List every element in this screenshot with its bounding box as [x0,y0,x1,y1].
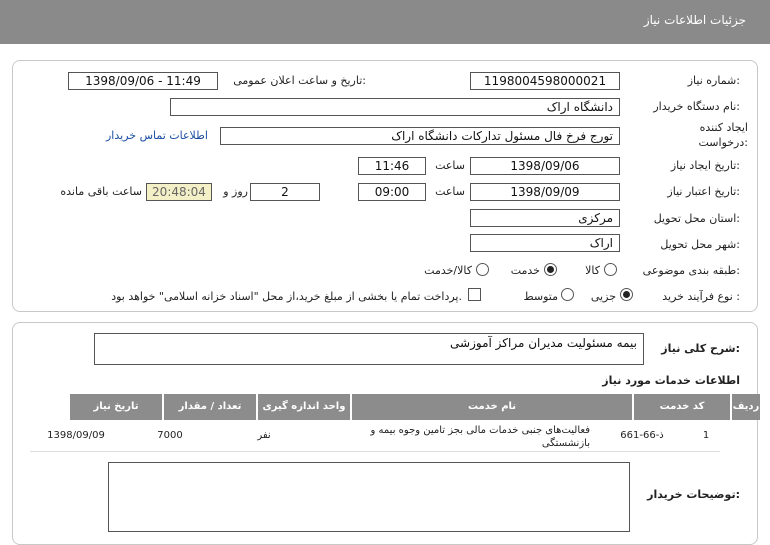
need-number-field: 1198004598000021 [470,72,620,90]
cell-row: 1 [702,430,710,441]
page-title: جزئیات اطلاعات نیاز [643,13,746,27]
announce-label: تاریخ و ساعت اعلان عمومی: [233,74,366,87]
create-time-label: ساعت [435,159,465,172]
process-radio-medium[interactable] [561,288,574,301]
creator-label: ایجاد کننده درخواست: [698,121,749,149]
category-option-goods-service: کالا/خدمت [424,264,472,277]
remaining-time-field: 20:48:04 [146,183,212,201]
category-radio-service[interactable] [544,263,557,276]
need-number-label: شماره نیاز: [687,74,740,87]
category-radio-goods-service[interactable] [476,263,489,276]
remaining-label: ساعت باقی مانده [60,185,142,198]
category-radio-goods[interactable] [604,263,617,276]
cell-date: 1398/09/09 [47,430,105,441]
col-header-unit: واحد اندازه گیری [258,394,350,420]
days-label: روز و [223,185,248,198]
create-date-label: تاریخ ایجاد نیاز: [670,159,740,172]
category-option-goods: کالا [585,264,600,277]
cell-code: ذ-66-661 [620,430,664,441]
validity-time-field: 09:00 [358,183,426,201]
buyer-label: نام دستگاه خریدار: [653,100,740,113]
description-label: شرح کلی نیاز: [661,342,740,355]
table-row: 1 ذ-66-661 فعالیت‌های جنبی خدمات مالی بج… [30,422,720,452]
treasury-payment-note: پرداخت تمام یا بخشی از مبلغ خرید،از محل … [111,290,462,303]
validity-date-label: تاریخ اعتبار نیاز: [667,185,740,198]
col-header-qty: تعداد / مقدار [164,394,256,420]
cell-qty: 7000 [157,430,183,441]
buyer-notes-label: توضیحات خریدار: [647,488,740,501]
cell-name: فعالیت‌های جنبی خدمات مالی بجز تامین وجو… [370,425,590,449]
col-header-row: ردیف [732,394,760,420]
validity-date-field: 1398/09/09 [470,183,620,201]
page-header: جزئیات اطلاعات نیاز [0,0,770,44]
category-label: طبقه بندی موضوعی: [642,264,740,277]
create-date-field: 1398/09/06 [470,157,620,175]
creator-field: تورج فرخ فال مسئول تدارکات دانشگاه اراک [220,127,620,145]
province-label: استان محل تحویل: [653,212,740,225]
process-label: نوع فرآیند خرید : [662,290,740,303]
process-radio-minor[interactable] [620,288,633,301]
col-header-code: کد خدمت [634,394,730,420]
cell-unit: نفر [257,430,271,441]
col-header-name: نام خدمت [352,394,632,420]
create-time-field: 11:46 [358,157,426,175]
buyer-contact-link[interactable]: اطلاعات تماس خریدار [106,129,208,142]
buyer-field: دانشگاه اراک [170,98,620,116]
validity-time-label: ساعت [435,185,465,198]
category-option-service: خدمت [510,264,540,277]
process-option-minor: جزیی [590,290,616,303]
services-section-title: اطلاعات خدمات مورد نیاز [602,374,740,387]
buyer-notes-field [108,462,630,532]
col-header-date: تاریخ نیاز [70,394,162,420]
city-label: شهر محل تحویل: [660,238,740,251]
description-field: بیمه مسئولیت مدیران مراکز آموزشی [94,333,644,365]
process-option-medium: متوسط [523,290,558,303]
city-field: اراک [470,234,620,252]
announce-field: 1398/09/06 - 11:49 [68,72,218,90]
province-field: مرکزی [470,209,620,227]
treasury-payment-checkbox[interactable] [468,288,481,301]
days-field: 2 [250,183,320,201]
services-table: ردیف کد خدمت نام خدمت واحد اندازه گیری ت… [30,394,760,454]
